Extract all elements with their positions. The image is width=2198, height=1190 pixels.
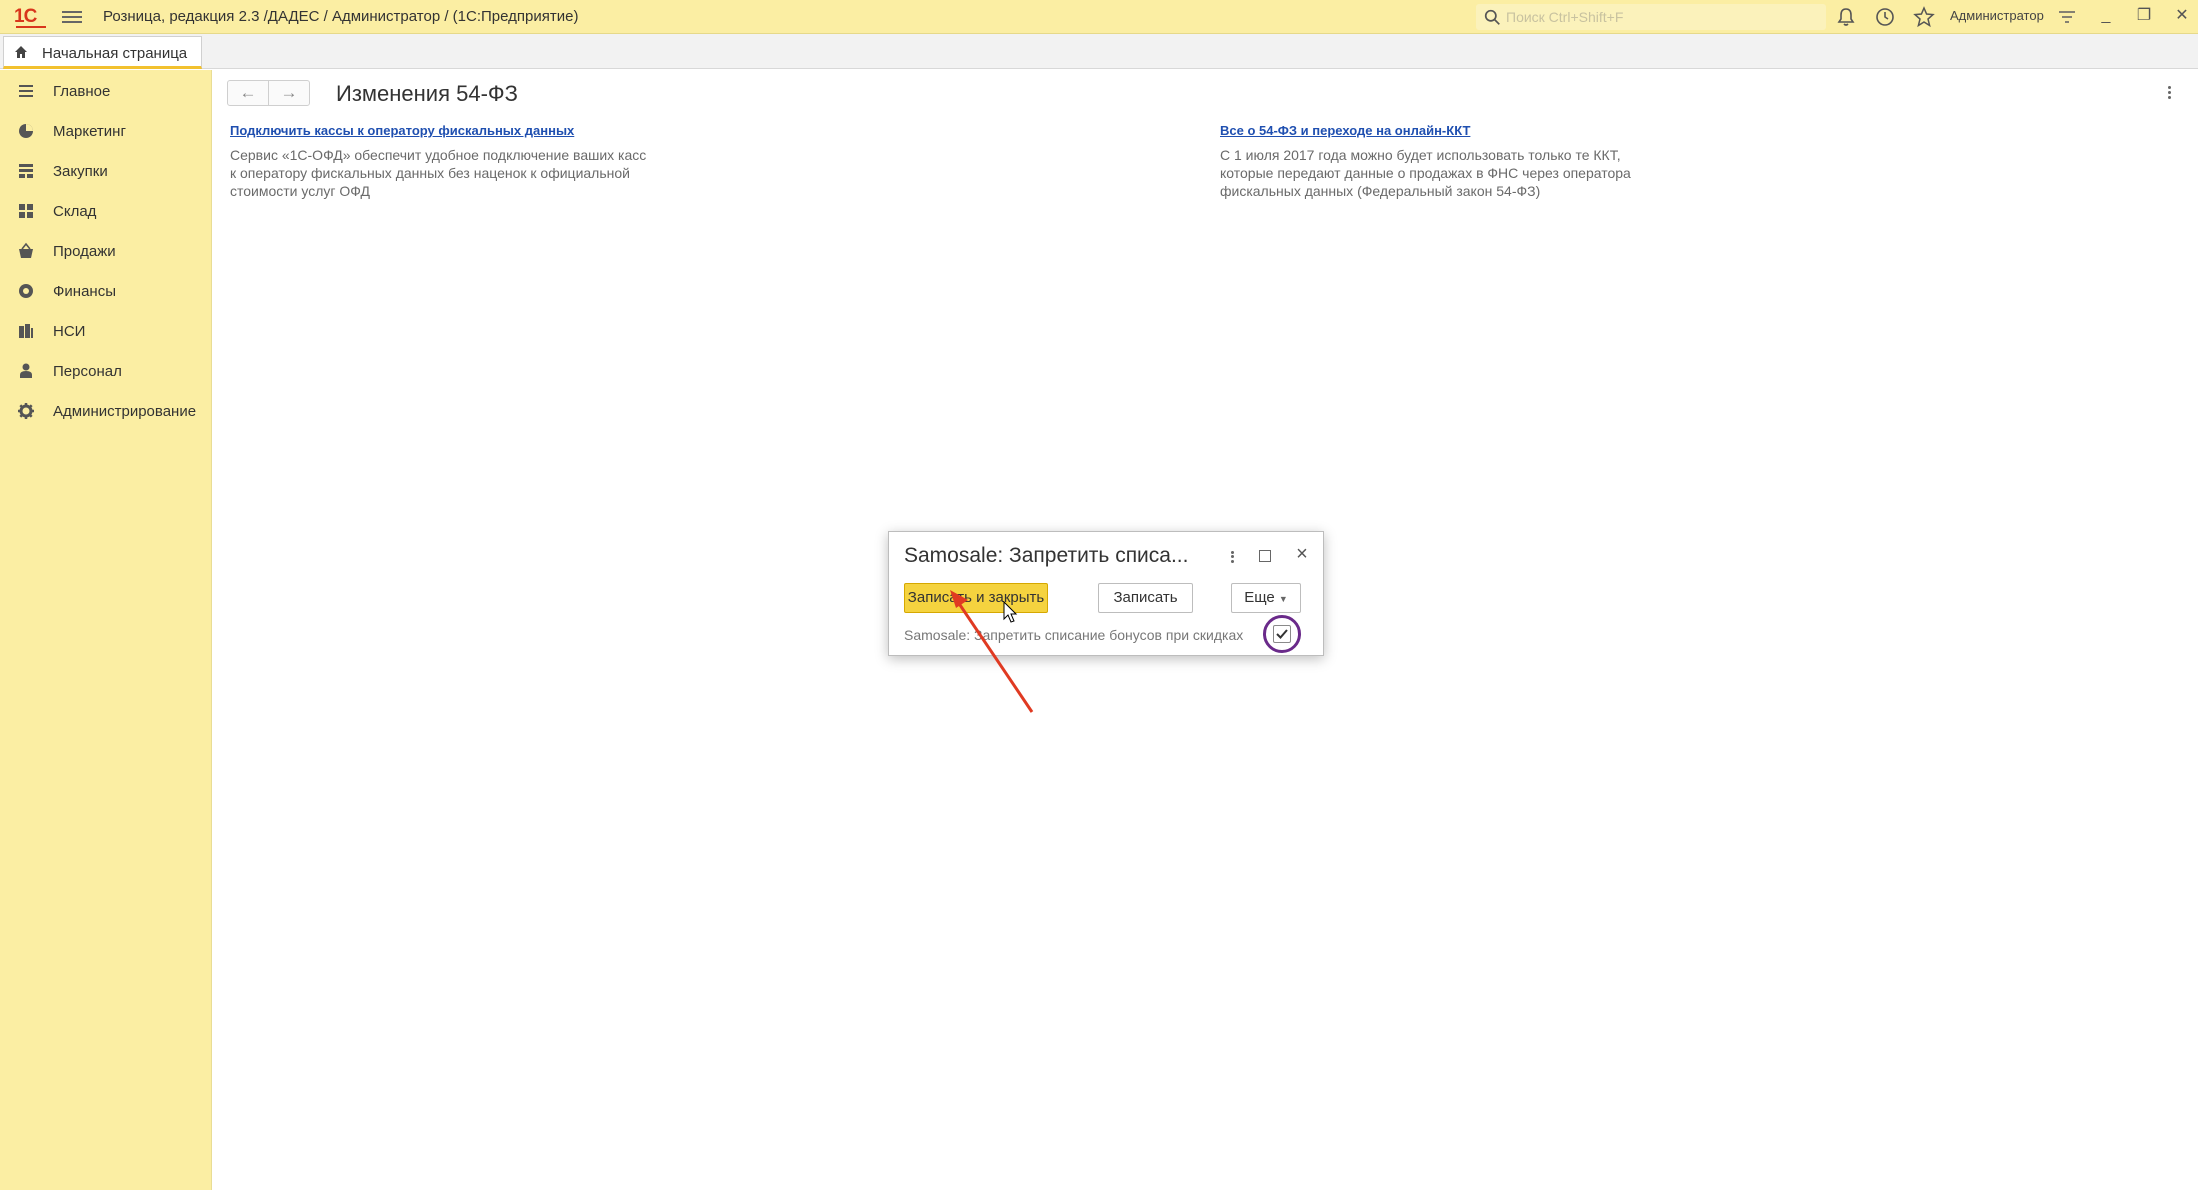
sidebar-item-nsi[interactable]: НСИ xyxy=(0,312,212,350)
more-button[interactable]: Еще ▼ xyxy=(1231,583,1301,613)
news-text-line: Сервис «1С-ОФД» обеспечит удобное подклю… xyxy=(230,147,647,163)
chevron-down-icon: ▼ xyxy=(1278,594,1288,604)
sidebar-item-label: Персонал xyxy=(53,363,122,380)
bell-icon[interactable] xyxy=(1835,6,1857,28)
filter-icon[interactable] xyxy=(2056,6,2078,28)
restore-icon[interactable]: ❐ xyxy=(2132,4,2156,28)
more-menu-icon[interactable] xyxy=(2165,84,2173,104)
back-button[interactable]: ← xyxy=(227,80,269,106)
sidebar-item-administration[interactable]: Администрирование xyxy=(0,392,212,430)
list-icon xyxy=(19,85,33,97)
basket-icon xyxy=(19,242,33,258)
minimize-icon[interactable]: _ xyxy=(2094,4,2118,28)
sidebar-item-marketing[interactable]: Маркетинг xyxy=(0,112,212,150)
dialog-close-icon[interactable]: × xyxy=(1292,544,1312,564)
dialog-title: Samosale: Запретить списа... xyxy=(904,544,1189,567)
news-text-line: С 1 июля 2017 года можно будет использов… xyxy=(1220,147,1621,163)
1c-logo: 1С xyxy=(14,6,37,27)
search-box[interactable] xyxy=(1476,4,1826,30)
sidebar-item-label: Продажи xyxy=(53,243,116,260)
person-icon xyxy=(20,363,32,378)
sidebar-item-main[interactable]: Главное xyxy=(0,72,212,110)
gear-icon xyxy=(18,403,34,419)
sidebar-item-finance[interactable]: Финансы xyxy=(0,272,212,310)
more-button-label: Еще xyxy=(1244,589,1275,606)
logo-underline xyxy=(16,26,46,28)
close-icon[interactable]: ✕ xyxy=(2170,4,2194,28)
pie-chart-icon xyxy=(19,124,33,138)
dialog-more-icon[interactable] xyxy=(1228,549,1236,567)
history-icon[interactable] xyxy=(1874,6,1896,28)
cart-icon xyxy=(19,164,33,178)
news-link-ofd[interactable]: Подключить кассы к оператору фискальных … xyxy=(230,123,574,138)
mouse-cursor-icon xyxy=(1003,601,1018,623)
highlight-circle xyxy=(1263,615,1301,653)
news-link-54fz[interactable]: Все о 54-ФЗ и переходе на онлайн-ККТ xyxy=(1220,123,1470,138)
sidebar-item-sales[interactable]: Продажи xyxy=(0,232,212,270)
sidebar-item-warehouse[interactable]: Склад xyxy=(0,192,212,230)
maximize-icon[interactable] xyxy=(1259,550,1271,562)
forward-button[interactable]: → xyxy=(268,80,310,106)
sidebar-item-label: Закупки xyxy=(53,163,108,180)
grid-icon xyxy=(19,204,33,218)
page-title: Изменения 54-ФЗ xyxy=(336,81,518,106)
sidebar-item-personnel[interactable]: Персонал xyxy=(0,352,212,390)
sidebar-item-label: Склад xyxy=(53,203,97,220)
tab-home[interactable]: Начальная страница xyxy=(3,36,202,69)
books-icon xyxy=(19,324,33,338)
coin-icon xyxy=(19,284,33,298)
news-text-line: стоимости услуг ОФД xyxy=(230,183,370,199)
sidebar-item-label: Главное xyxy=(53,83,111,100)
sidebar-item-purchases[interactable]: Закупки xyxy=(0,152,212,190)
home-icon xyxy=(15,46,27,58)
search-input[interactable] xyxy=(1506,4,1816,30)
tab-home-label: Начальная страница xyxy=(42,45,188,62)
tabs-bar: Начальная страница xyxy=(0,34,2198,69)
sidebar-item-label: Маркетинг xyxy=(53,123,126,140)
sidebar-item-label: Администрирование xyxy=(53,403,197,420)
search-icon xyxy=(1484,9,1500,25)
menu-icon[interactable] xyxy=(62,8,82,26)
news-text-line: фискальных данных (Федеральный закон 54-… xyxy=(1220,183,1541,199)
news-text-line: к оператору фискальных данных без нацено… xyxy=(230,165,630,181)
user-name[interactable]: Администратор xyxy=(1950,8,2044,23)
sidebar-item-label: Финансы xyxy=(53,283,116,300)
save-button[interactable]: Записать xyxy=(1098,583,1193,613)
news-text-ofd: Сервис «1С-ОФД» обеспечит удобное подклю… xyxy=(230,146,646,200)
title-bar: 1С Розница, редакция 2.3 /ДАДЕС / Админи… xyxy=(0,0,2198,34)
news-text-54fz: С 1 июля 2017 года можно будет использов… xyxy=(1220,146,1631,200)
star-icon[interactable] xyxy=(1913,6,1935,28)
annotation-arrow xyxy=(950,590,1034,713)
app-title: Розница, редакция 2.3 /ДАДЕС / Администр… xyxy=(103,8,579,25)
sidebar-item-label: НСИ xyxy=(53,323,86,340)
sidebar: Главное Маркетинг Закупки Склад Продажи … xyxy=(0,70,212,1190)
news-text-line: которые передают данные о продажах в ФНС… xyxy=(1220,165,1631,181)
